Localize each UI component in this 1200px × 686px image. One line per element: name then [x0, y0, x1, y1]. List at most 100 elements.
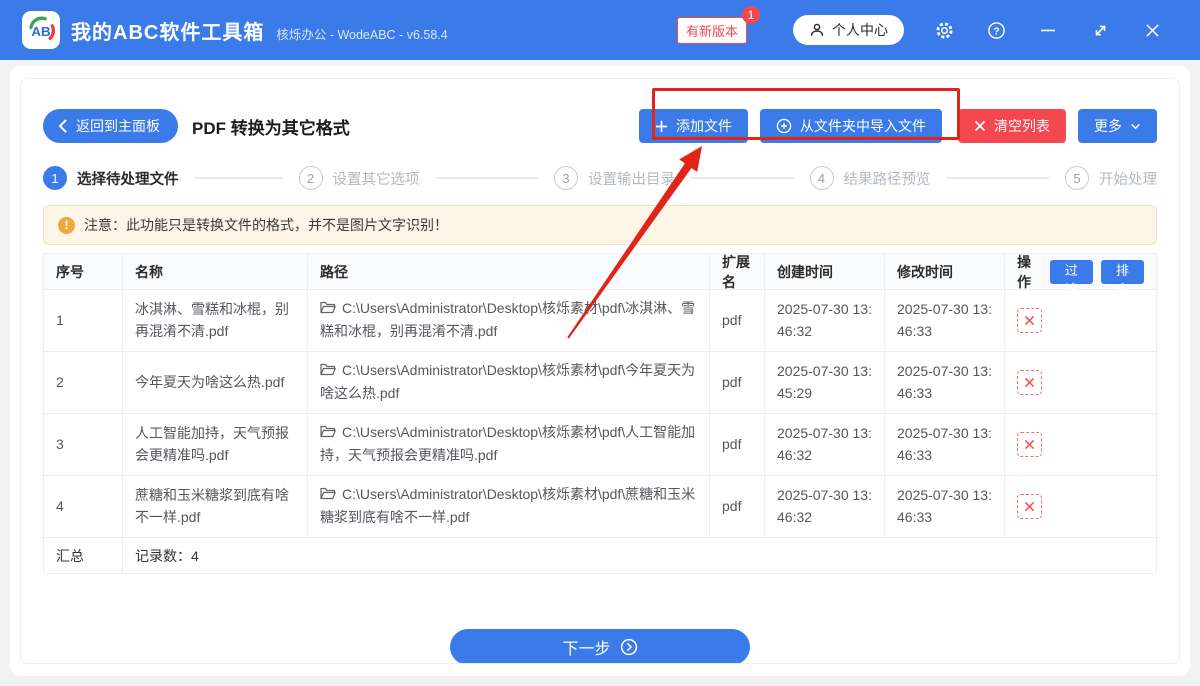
step-connector	[195, 177, 283, 179]
table-row: 1 冰淇淋、雪糕和冰棍，别再混淆不清.pdf C:\Users\Administ…	[44, 290, 1156, 352]
add-file-label: 添加文件	[676, 116, 732, 136]
col-header-created: 创建时间	[764, 254, 884, 289]
file-path: C:\Users\Administrator\Desktop\核烁素材\pdf\…	[320, 362, 695, 401]
file-extension: pdf	[722, 310, 741, 332]
folder-icon	[320, 485, 336, 507]
table-body: 1 冰淇淋、雪糕和冰棍，别再混淆不清.pdf C:\Users\Administ…	[44, 290, 1156, 538]
remove-file-button[interactable]	[1017, 308, 1042, 333]
import-from-folder-button[interactable]: 从文件夹中导入文件	[760, 109, 942, 143]
back-to-dashboard-button[interactable]: 返回到主面板	[43, 109, 178, 143]
step-item: 3 设置输出目录	[554, 166, 810, 190]
content-panel: 返回到主面板 PDF 转换为其它格式 添加文件 从文件夹中导入文件	[20, 78, 1180, 664]
file-extension: pdf	[722, 434, 741, 456]
file-path: C:\Users\Administrator\Desktop\核烁素材\pdf\…	[320, 424, 695, 463]
clear-list-label: 清空列表	[994, 116, 1050, 136]
more-label: 更多	[1094, 116, 1122, 136]
app-title: 我的ABC软件工具箱	[71, 16, 264, 45]
minimize-icon[interactable]	[1022, 12, 1074, 48]
person-icon	[809, 22, 825, 38]
step-number: 4	[810, 166, 834, 190]
profile-button[interactable]: 个人中心	[793, 15, 904, 45]
filter-button[interactable]: 过滤	[1050, 260, 1093, 284]
file-table: 序号 名称 路径 扩展名 创建时间 修改时间 操作 过滤 排序 1 冰淇淋、雪糕…	[43, 253, 1157, 574]
step-connector	[436, 177, 539, 179]
sort-button[interactable]: 排序	[1101, 260, 1144, 284]
close-icon[interactable]	[1126, 12, 1178, 48]
modified-time: 2025-07-30 13:46:33	[897, 485, 992, 528]
new-version-label: 有新版本	[686, 24, 738, 39]
logo-text: AB	[31, 24, 51, 39]
step-item: 1 选择待处理文件	[43, 166, 299, 190]
col-header-operations: 操作 过滤 排序	[1004, 254, 1156, 289]
col-header-modified: 修改时间	[884, 254, 1004, 289]
col-header-ext: 扩展名	[709, 254, 764, 289]
app-subtitle: 核烁办公 - WodeABC - v6.58.4	[276, 24, 447, 43]
modified-time: 2025-07-30 13:46:33	[897, 299, 992, 342]
remove-file-button[interactable]	[1017, 370, 1042, 395]
file-extension: pdf	[722, 496, 741, 518]
chevron-left-icon	[58, 119, 67, 133]
step-label: 结果路径预览	[844, 168, 931, 189]
more-button[interactable]: 更多	[1078, 109, 1157, 143]
col-header-name: 名称	[122, 254, 307, 289]
next-step-label: 下一步	[562, 635, 610, 659]
chevron-down-icon	[1130, 123, 1141, 130]
toolbar: 返回到主面板 PDF 转换为其它格式 添加文件 从文件夹中导入文件	[43, 109, 1157, 143]
plus-icon	[655, 120, 668, 133]
import-from-folder-label: 从文件夹中导入文件	[800, 116, 926, 136]
circle-arrow-right-icon	[620, 638, 638, 656]
file-extension: pdf	[722, 372, 741, 394]
table-row: 3 人工智能加持，天气预报会更精准吗.pdf C:\Users\Administ…	[44, 414, 1156, 476]
next-step-button[interactable]: 下一步	[450, 629, 750, 664]
row-index: 4	[56, 496, 64, 518]
remove-file-button[interactable]	[1017, 494, 1042, 519]
file-name: 冰淇淋、雪糕和冰棍，别再混淆不清.pdf	[135, 299, 295, 342]
col-header-op-label: 操作	[1017, 252, 1042, 292]
step-label: 设置输出目录	[588, 168, 675, 189]
step-item: 4 结果路径预览	[810, 166, 1066, 190]
summary-label: 汇总	[44, 538, 122, 573]
page-title: PDF 转换为其它格式	[192, 114, 350, 139]
step-connector	[691, 177, 794, 179]
folder-icon	[320, 423, 336, 445]
row-index: 3	[56, 434, 64, 456]
step-indicator: 1 选择待处理文件 2 设置其它选项 3 设置输出目录 4 结果路径预览 5 开…	[43, 165, 1157, 191]
step-item: 5 开始处理	[1065, 166, 1157, 190]
created-time: 2025-07-30 13:46:32	[777, 299, 872, 342]
step-number: 3	[554, 166, 578, 190]
created-time: 2025-07-30 13:45:29	[777, 361, 872, 404]
help-icon[interactable]: ?	[970, 12, 1022, 48]
main-card: 返回到主面板 PDF 转换为其它格式 添加文件 从文件夹中导入文件	[10, 66, 1190, 676]
col-header-path: 路径	[307, 254, 709, 289]
step-label: 开始处理	[1099, 168, 1157, 189]
folder-icon	[320, 299, 336, 321]
row-index: 2	[56, 372, 64, 394]
step-number: 1	[43, 166, 67, 190]
step-label: 设置其它选项	[333, 168, 420, 189]
modified-time: 2025-07-30 13:46:33	[897, 423, 992, 466]
clear-list-button[interactable]: 清空列表	[958, 109, 1066, 143]
profile-label: 个人中心	[832, 20, 888, 40]
warning-icon: !	[58, 217, 75, 234]
table-header-row: 序号 名称 路径 扩展名 创建时间 修改时间 操作 过滤 排序	[44, 254, 1156, 290]
maximize-icon[interactable]	[1074, 12, 1126, 48]
file-path: C:\Users\Administrator\Desktop\核烁素材\pdf\…	[320, 300, 695, 339]
step-connector	[947, 177, 1050, 179]
created-time: 2025-07-30 13:46:32	[777, 485, 872, 528]
remove-file-button[interactable]	[1017, 432, 1042, 457]
settings-icon[interactable]	[918, 12, 970, 48]
step-item: 2 设置其它选项	[299, 166, 555, 190]
row-index: 1	[56, 310, 64, 332]
table-summary-row: 汇总 记录数：4	[44, 538, 1156, 574]
new-version-badge[interactable]: 有新版本 1	[677, 17, 747, 44]
file-name: 蔗糖和玉米糖浆到底有啥不一样.pdf	[135, 485, 295, 528]
file-name: 今年夏天为啥这么热.pdf	[135, 372, 284, 394]
step-number: 5	[1065, 166, 1089, 190]
created-time: 2025-07-30 13:46:32	[777, 423, 872, 466]
add-file-button[interactable]: 添加文件	[639, 109, 748, 143]
file-name: 人工智能加持，天气预报会更精准吗.pdf	[135, 423, 295, 466]
x-icon	[974, 120, 986, 132]
table-row: 4 蔗糖和玉米糖浆到底有啥不一样.pdf C:\Users\Administra…	[44, 476, 1156, 538]
circle-plus-icon	[776, 118, 792, 134]
title-bar: AB 我的ABC软件工具箱 核烁办公 - WodeABC - v6.58.4 有…	[0, 0, 1200, 60]
